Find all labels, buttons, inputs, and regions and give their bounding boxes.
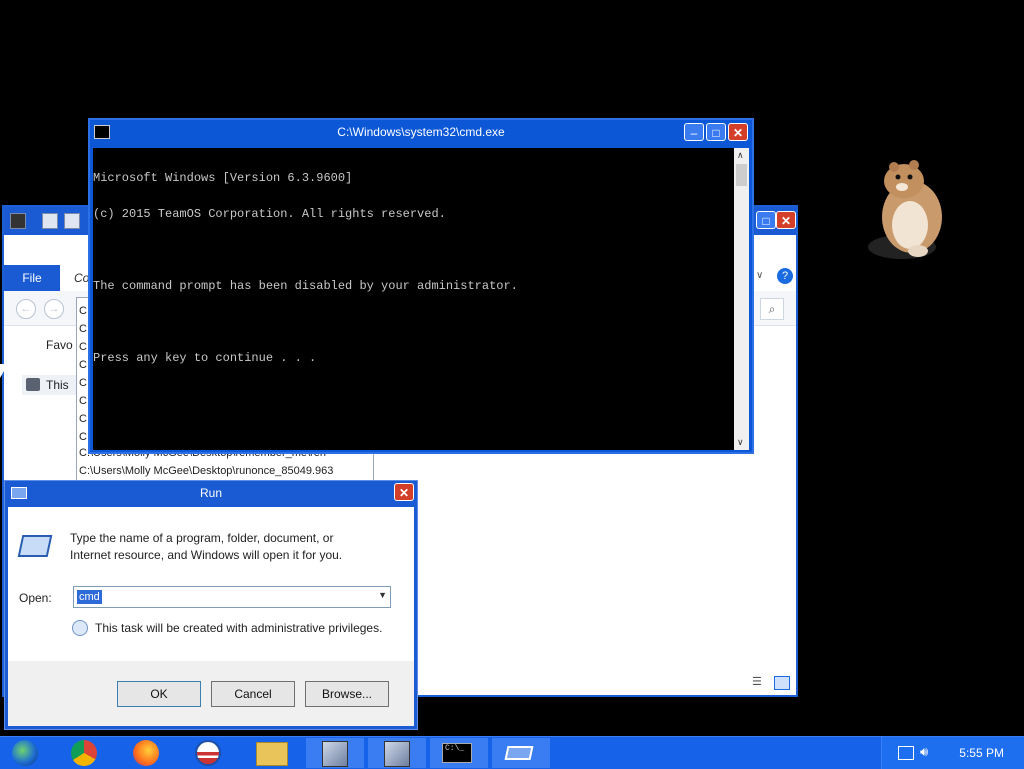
console-line: The command prompt has been disabled by … [93, 279, 518, 293]
run-title: Run [199, 486, 222, 500]
run-app-icon [17, 535, 53, 557]
open-input-value[interactable]: cmd [77, 590, 102, 604]
browse-button[interactable]: Browse... [305, 681, 389, 707]
taskbar: C:\_ 🔊︎ 5:55 PM [0, 736, 1024, 769]
taskbar-installer-2[interactable] [368, 738, 426, 768]
favorites-label[interactable]: Favo [46, 338, 73, 352]
this-pc-label: This [46, 378, 69, 392]
console-line: (c) 2015 TeamOS Corporation. All rights … [93, 207, 446, 221]
run-footer: OK Cancel Browse... [8, 661, 414, 726]
cmd-minimize-button[interactable]: – [684, 123, 704, 141]
open-label: Open: [19, 591, 52, 605]
firefox-icon [133, 740, 159, 766]
run-body: Type the name of a program, folder, docu… [8, 507, 414, 661]
network-icon[interactable] [898, 746, 914, 760]
properties-icon[interactable] [42, 213, 58, 229]
ok-button[interactable]: OK [117, 681, 201, 707]
taskbar-run[interactable] [492, 738, 550, 768]
scroll-thumb[interactable] [736, 164, 747, 186]
obama-logo-icon [195, 740, 221, 766]
run-taskbar-icon [504, 746, 534, 760]
volume-icon[interactable]: 🔊︎ [920, 744, 928, 760]
address-history-item[interactable]: C:\Users\Molly McGee\Desktop\runonce_850… [79, 462, 371, 480]
run-dialog: Run ✕ Type the name of a program, folder… [4, 480, 418, 730]
forward-arrow-icon[interactable]: → [44, 299, 64, 319]
explorer-maximize-button[interactable]: □ [756, 211, 776, 229]
folder-icon [256, 742, 288, 766]
help-icon[interactable]: ? [777, 268, 793, 284]
taskbar-obama-logo[interactable] [180, 738, 238, 768]
cmd-close-button[interactable]: ✕ [728, 123, 748, 141]
cmd-window: C:\Windows\system32\cmd.exe – □ ✕ Micros… [88, 118, 754, 454]
search-icon[interactable]: ⌕ [760, 298, 784, 320]
cancel-button[interactable]: Cancel [211, 681, 295, 707]
admin-privileges-note: This task will be created with administr… [95, 621, 383, 635]
cmd-vertical-scrollbar[interactable]: ∧ ∨ [734, 148, 749, 450]
run-close-button[interactable]: ✕ [394, 483, 414, 501]
scroll-up-arrow-icon[interactable]: ∧ [737, 150, 744, 161]
file-tab[interactable]: File [4, 265, 60, 291]
admin-shield-icon [72, 620, 88, 636]
cmd-title-bar[interactable]: C:\Windows\system32\cmd.exe – □ ✕ [90, 120, 752, 146]
run-description-line-2: Internet resource, and Windows will open… [70, 548, 343, 562]
clock[interactable]: 5:55 PM [959, 746, 1004, 760]
mouse-cursor-icon [0, 364, 8, 378]
chrome-icon [71, 740, 97, 766]
hamster-desktop-pet[interactable] [862, 155, 952, 265]
open-combobox[interactable]: cmd ▼ [73, 586, 391, 608]
cmd-title: C:\Windows\system32\cmd.exe [337, 125, 505, 139]
system-tray: 🔊︎ 5:55 PM [881, 737, 1024, 769]
start-orb-button[interactable] [0, 738, 52, 768]
run-description-line-1: Type the name of a program, folder, docu… [70, 531, 334, 545]
chevron-down-icon[interactable]: ▼ [378, 590, 387, 600]
explorer-app-icon [10, 213, 26, 229]
details-view-icon[interactable]: ☰ [752, 675, 768, 689]
scroll-down-arrow-icon[interactable]: ∨ [737, 437, 744, 448]
computer-icon [26, 378, 40, 391]
taskbar-chrome[interactable] [56, 738, 114, 768]
installer-icon [322, 741, 348, 767]
windows-orb-icon [12, 740, 38, 766]
explorer-close-button[interactable]: ✕ [776, 211, 796, 229]
cmd-taskbar-icon: C:\_ [442, 743, 472, 763]
taskbar-installer-1[interactable] [306, 738, 364, 768]
taskbar-cmd[interactable]: C:\_ [430, 738, 488, 768]
taskbar-file-explorer[interactable] [242, 738, 300, 768]
new-folder-icon[interactable] [64, 213, 80, 229]
back-arrow-icon[interactable]: ← [16, 299, 36, 319]
console-line: Press any key to continue . . . [93, 351, 317, 365]
installer-icon [384, 741, 410, 767]
cmd-maximize-button[interactable]: □ [706, 123, 726, 141]
large-icons-view-icon[interactable] [774, 676, 790, 690]
taskbar-firefox[interactable] [118, 738, 176, 768]
console-output[interactable]: Microsoft Windows [Version 6.3.9600] (c)… [93, 148, 736, 450]
ribbon-expand-chevron-icon[interactable]: ∨ [756, 270, 763, 281]
console-line: Microsoft Windows [Version 6.3.9600] [93, 171, 353, 185]
